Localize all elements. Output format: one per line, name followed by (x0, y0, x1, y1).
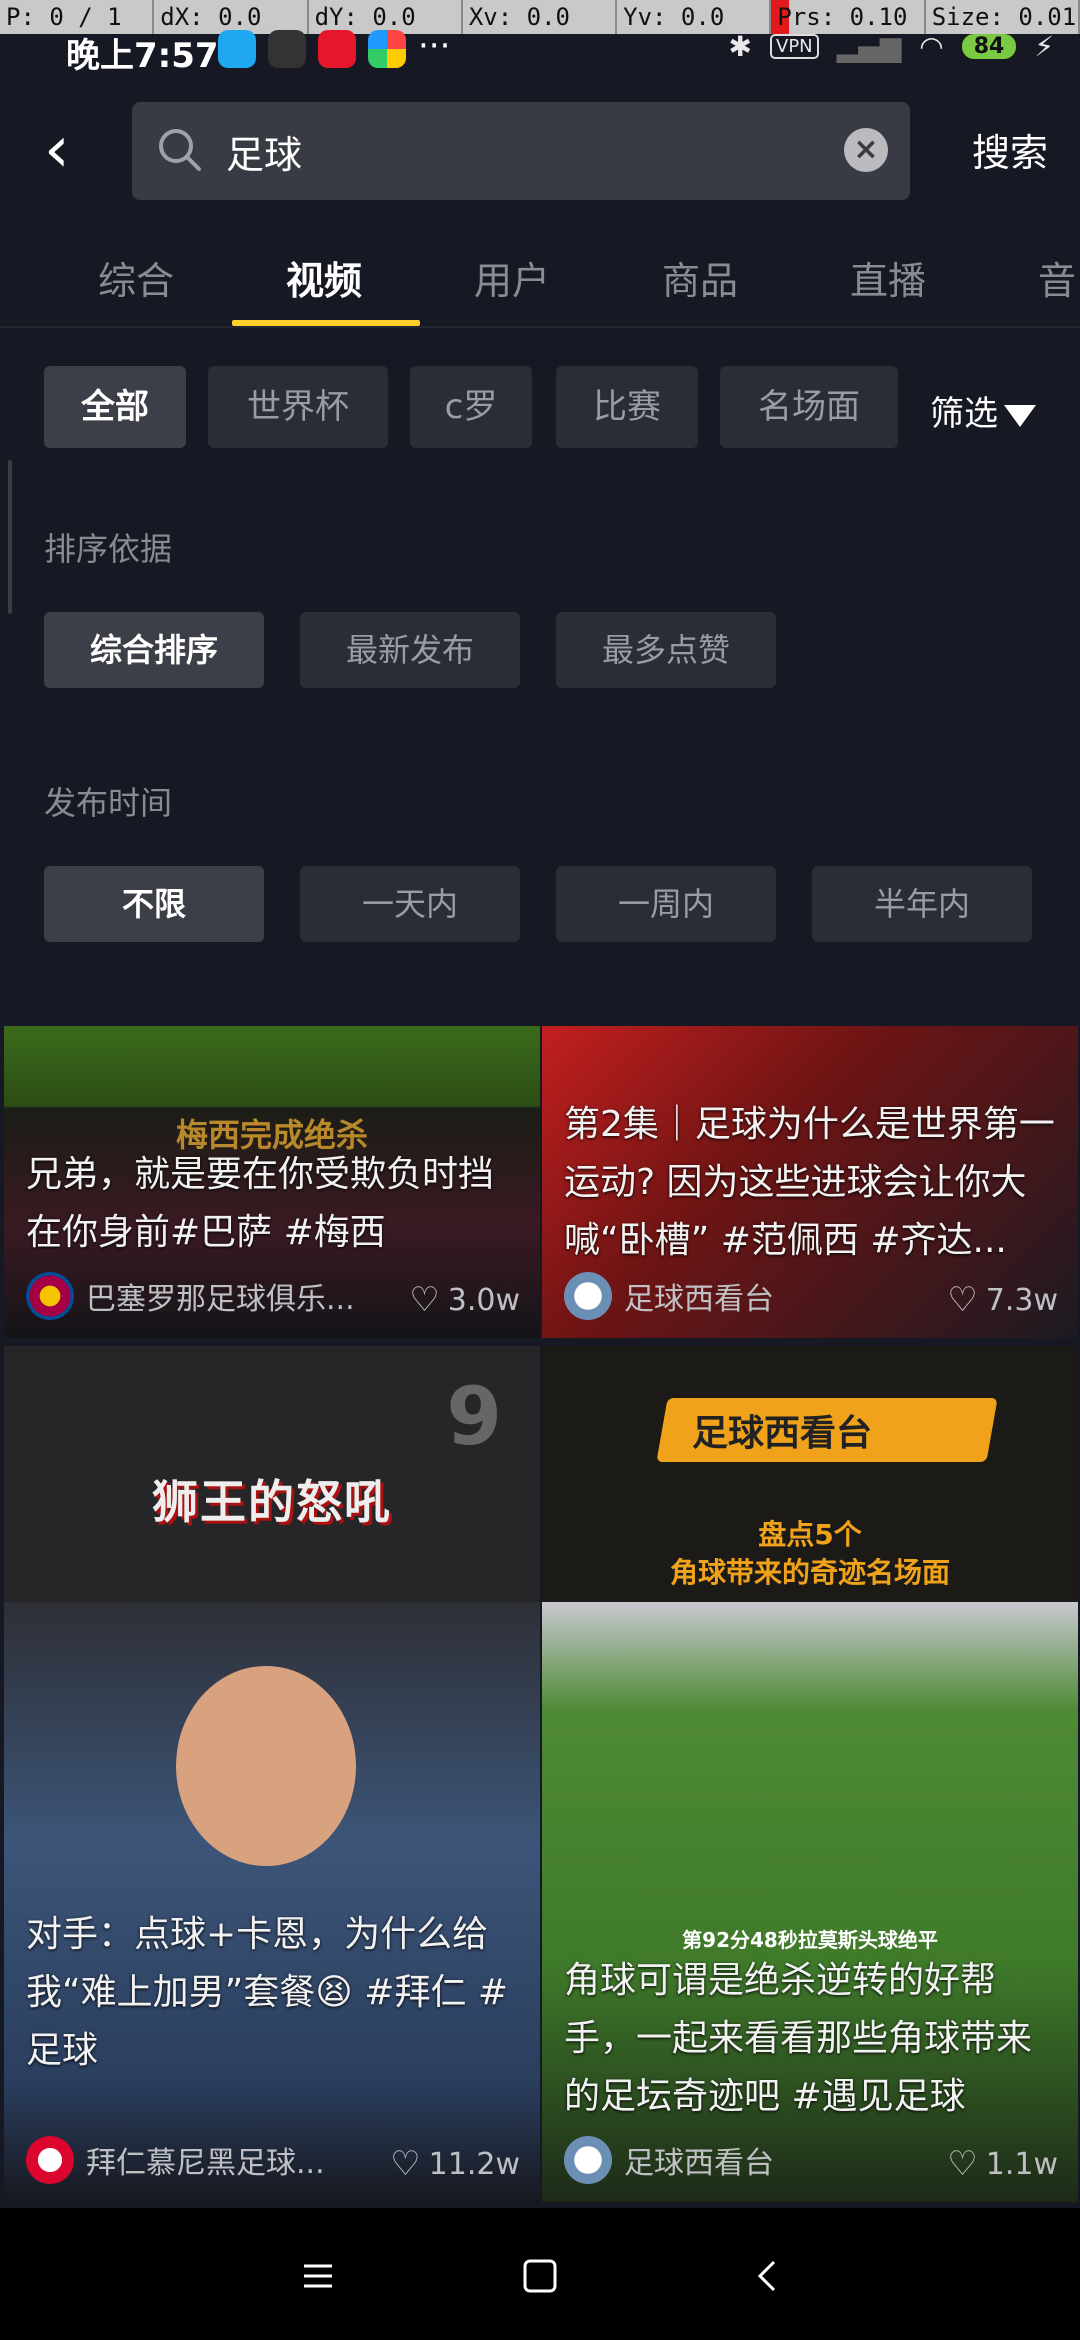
menu-icon[interactable] (290, 2248, 346, 2304)
video-author[interactable]: 足球西看台 (564, 2136, 774, 2184)
like-value: 1.1w (985, 2146, 1058, 2182)
episode-number: 9 (446, 1370, 502, 1463)
author-name: 拜仁慕尼黑足球... (86, 2146, 325, 2181)
video-title: 角球可谓是绝杀逆转的好帮手，一起来看看那些角球带来的足坛奇迹吧 #遇见足球 (564, 1960, 1033, 2117)
like-value: 7.3w (985, 1282, 1058, 1318)
author-avatar (564, 2136, 612, 2184)
author-avatar (564, 1272, 612, 1320)
video-author[interactable]: 巴塞罗那足球俱乐... (26, 1272, 355, 1320)
chip-world-cup[interactable]: 世界杯 (208, 366, 388, 448)
video-card[interactable]: 9 狮王的怒吼 对手：点球+卡恩，为什么给我“难上加男”套餐😫 #拜仁 #足球 … (4, 1346, 540, 2202)
back-icon[interactable]: ‹ (44, 118, 104, 184)
chip-match[interactable]: 比赛 (556, 366, 698, 448)
status-bar: 晚上7:57 ··· ✱ VPN ▂▄▆ ◠ 84 ⚡ (0, 28, 1080, 76)
video-card[interactable]: 足球西看台 盘点5个 角球带来的奇迹名场面 第92分48秒拉莫斯头球绝平 角球可… (542, 1346, 1078, 2202)
sort-label: 排序依据 (44, 530, 173, 568)
tab-video[interactable]: 视频 (286, 250, 362, 305)
home-icon[interactable] (512, 2248, 568, 2304)
author-name: 巴塞罗那足球俱乐... (86, 1282, 355, 1317)
player-face (176, 1666, 356, 1866)
search-button[interactable]: 搜索 (972, 122, 1048, 177)
like-value: 3.0w (447, 1282, 520, 1318)
thumbnail-caption: 足球西看台 (692, 1413, 873, 1454)
sort-comprehensive[interactable]: 综合排序 (44, 612, 264, 688)
search-box[interactable]: × (132, 102, 910, 200)
author-name: 足球西看台 (624, 1282, 774, 1317)
sort-most-liked[interactable]: 最多点赞 (556, 612, 776, 688)
system-navigation-bar (0, 2208, 1080, 2340)
video-card[interactable]: 第2集｜足球为什么是世界第一运动? 因为这些进球会让你大喊“卧槽” #范佩西 #… (542, 1026, 1078, 1338)
search-icon (159, 129, 201, 171)
chip-c-ronaldo[interactable]: c罗 (410, 366, 532, 448)
video-card[interactable]: 梅西完成绝杀 兄弟，就是要在你受欺负时挡在你身前#巴萨 #梅西 巴塞罗那足球俱乐… (4, 1026, 540, 1338)
time-half-year[interactable]: 半年内 (812, 866, 1032, 942)
heart-icon: ♡ (947, 2144, 978, 2184)
filter-button[interactable]: 筛选 (930, 386, 1036, 435)
thumbnail-subcaption: 盘点5个 角球带来的奇迹名场面 (669, 1518, 950, 1589)
like-count: ♡ 3.0w (409, 1280, 520, 1320)
weibo-icon (318, 30, 356, 68)
tab-products[interactable]: 商品 (662, 250, 738, 305)
qq-icon (218, 30, 256, 68)
bluetooth-icon: ✱ (728, 30, 753, 63)
like-count: ♡ 11.2w (390, 2144, 520, 2184)
like-count: ♡ 1.1w (947, 2144, 1058, 2184)
video-title: 第2集｜足球为什么是世界第一运动? 因为这些进球会让你大喊“卧槽” #范佩西 #… (564, 1104, 1055, 1261)
video-author[interactable]: 足球西看台 (564, 1272, 774, 1320)
frame-caption: 第92分48秒拉莫斯头球绝平 (682, 1928, 938, 1952)
tab-live[interactable]: 直播 (850, 250, 926, 305)
tab-music[interactable]: 音 (1038, 250, 1076, 305)
notification-icons: ··· (218, 26, 451, 68)
tab-comprehensive[interactable]: 综合 (98, 250, 174, 305)
chip-all[interactable]: 全部 (44, 366, 186, 448)
search-input[interactable] (224, 118, 828, 184)
system-icons: ✱ VPN ▂▄▆ ◠ 84 ⚡ (729, 30, 1054, 63)
heart-icon: ♡ (947, 1280, 978, 1320)
status-time: 晚上7:57 (66, 36, 219, 76)
time-one-week[interactable]: 一周内 (556, 866, 776, 942)
author-avatar (26, 1272, 74, 1320)
search-header: ‹ × 搜索 (0, 100, 1080, 204)
browser-icon (368, 30, 406, 68)
back-nav-icon[interactable] (740, 2248, 796, 2304)
scroll-indicator (8, 460, 12, 614)
like-count: ♡ 7.3w (947, 1280, 1058, 1320)
active-tab-indicator (232, 320, 420, 326)
more-icon: ··· (418, 26, 451, 66)
tab-users[interactable]: 用户 (474, 250, 550, 305)
time-unlimited[interactable]: 不限 (44, 866, 264, 942)
battery-icon: 84 (961, 34, 1017, 59)
like-value: 11.2w (428, 2146, 520, 2182)
sort-newest[interactable]: 最新发布 (300, 612, 520, 688)
clear-icon[interactable]: × (844, 128, 888, 172)
video-title: 兄弟，就是要在你受欺负时挡在你身前#巴萨 #梅西 (26, 1154, 495, 1253)
author-name: 足球西看台 (624, 2146, 774, 2181)
filter-label: 筛选 (930, 394, 998, 434)
vpn-icon: VPN (770, 34, 819, 59)
video-title: 对手：点球+卡恩，为什么给我“难上加男”套餐😫 #拜仁 #足球 (26, 1914, 509, 2071)
author-avatar (26, 2136, 74, 2184)
wifi-icon: ◠ (919, 30, 944, 63)
publish-time-label: 发布时间 (44, 784, 173, 822)
heart-icon: ♡ (409, 1280, 440, 1320)
signal-icon: ▂▄▆ (836, 30, 902, 63)
funnel-icon (1004, 404, 1036, 427)
thumbnail-caption: 狮王的怒吼 (152, 1475, 392, 1529)
charging-icon: ⚡ (1034, 30, 1054, 63)
result-type-tabs: 综合 视频 用户 商品 直播 音 (0, 236, 1080, 328)
time-one-day[interactable]: 一天内 (300, 866, 520, 942)
chip-famous-moments[interactable]: 名场面 (720, 366, 898, 448)
app-icon (268, 30, 306, 68)
heart-icon: ♡ (390, 2144, 421, 2184)
video-author[interactable]: 拜仁慕尼黑足球... (26, 2136, 325, 2184)
